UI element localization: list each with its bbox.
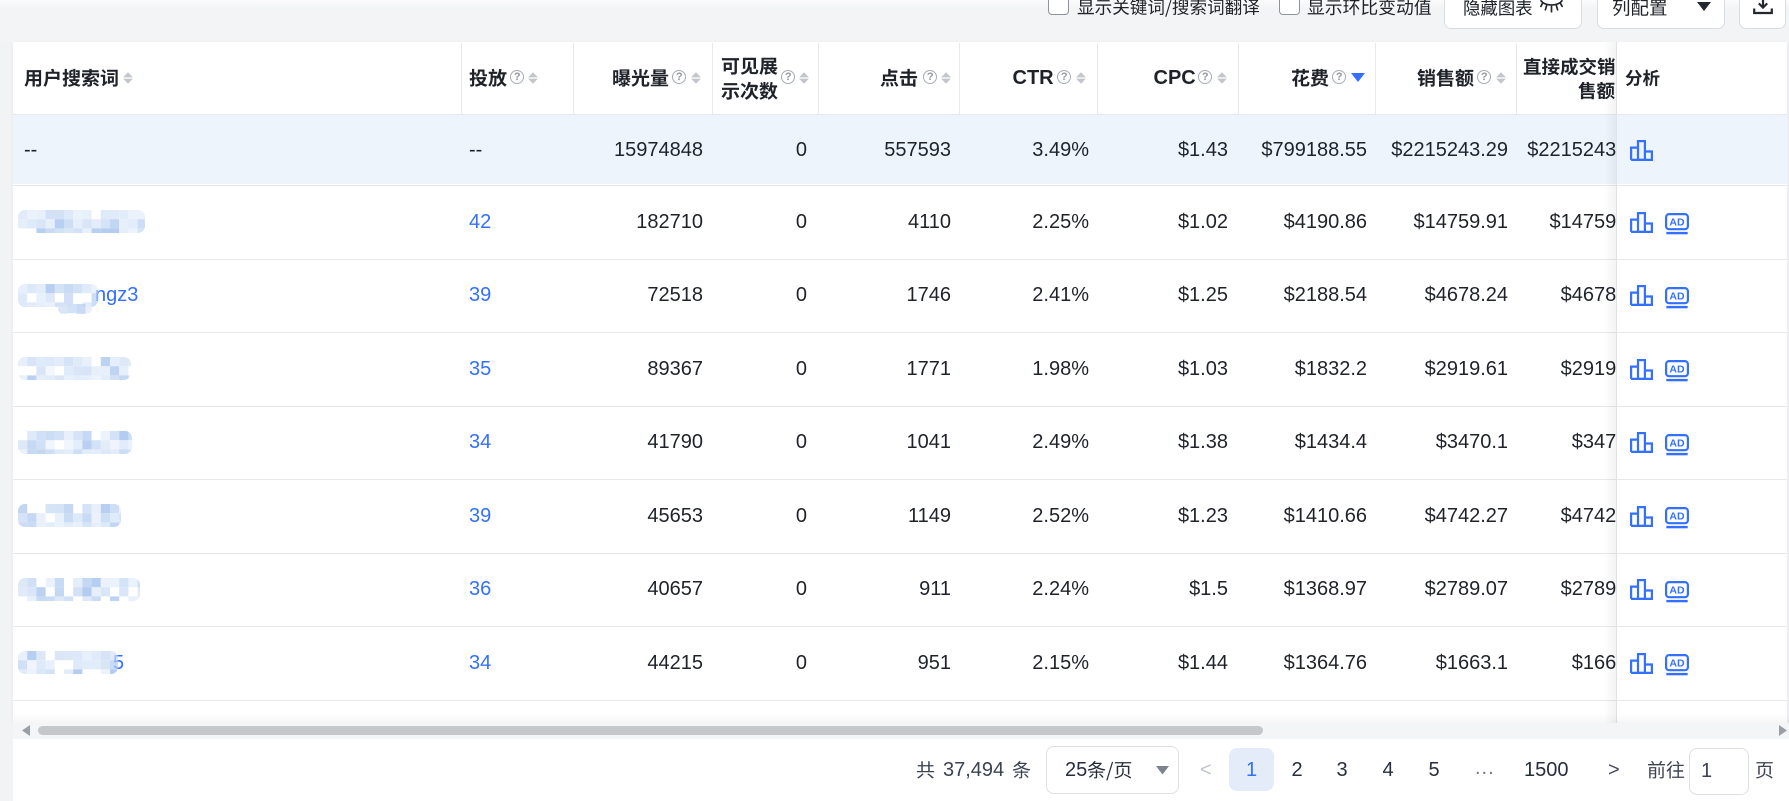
svg-text:AD: AD [1669,216,1685,228]
svg-text:AD: AD [1669,584,1685,596]
svg-text:AD: AD [1669,363,1685,375]
svg-text:AD: AD [1669,657,1685,669]
svg-text:AD: AD [1669,437,1685,449]
svg-text:AD: AD [1669,510,1685,522]
svg-text:AD: AD [1669,290,1685,302]
